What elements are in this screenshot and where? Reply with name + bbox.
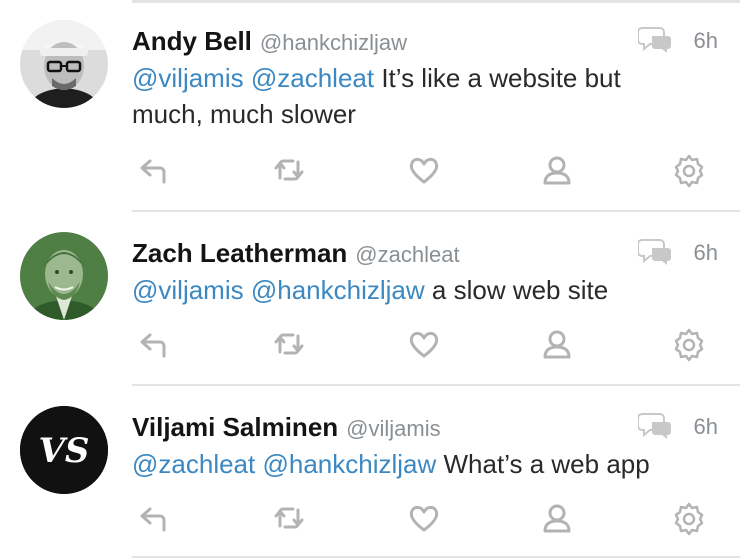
reply-button[interactable] [132, 322, 176, 366]
heart-icon [409, 157, 439, 184]
reply-button[interactable] [132, 148, 176, 192]
gear-icon [674, 328, 704, 362]
tweet-text-body: What’s a web app [436, 449, 650, 479]
avatar[interactable] [20, 232, 108, 320]
tweet-text: @zachleat @hankchizljaw What’s a web app [132, 446, 702, 482]
tweet-text: @viljamis @hankchizljaw a slow web site [132, 272, 702, 308]
author-name[interactable]: Zach Leatherman [132, 238, 347, 268]
settings-button[interactable] [667, 148, 711, 192]
settings-button[interactable] [667, 322, 711, 366]
heart-icon [409, 331, 439, 358]
user-icon [543, 504, 571, 533]
reply-button[interactable] [132, 496, 176, 540]
mention-link[interactable]: @viljamis [132, 63, 244, 93]
reply-icon [140, 159, 166, 184]
profile-button[interactable] [535, 148, 579, 192]
author-handle[interactable]: @zachleat [355, 242, 459, 267]
timestamp[interactable]: 6h [694, 240, 718, 266]
profile-button[interactable] [535, 496, 579, 540]
conversation-icon[interactable] [638, 234, 672, 268]
timestamp[interactable]: 6h [694, 28, 718, 54]
author-handle[interactable]: @hankchizljaw [260, 30, 407, 55]
user-icon [543, 156, 571, 185]
mention-link[interactable]: @hankchizljaw [262, 449, 436, 479]
user-icon [543, 330, 571, 359]
conversation-icon[interactable] [638, 408, 672, 442]
author-name[interactable]: Viljami Salminen [132, 412, 338, 442]
tweet-text-body: a slow web site [424, 275, 609, 305]
tweet-actions [132, 148, 722, 192]
retweet-button[interactable] [267, 496, 311, 540]
settings-button[interactable] [667, 496, 711, 540]
reply-icon [140, 507, 166, 532]
timestamp[interactable]: 6h [694, 414, 718, 440]
retweet-button[interactable] [267, 322, 311, 366]
conversation-icon[interactable] [638, 22, 672, 56]
avatar[interactable] [20, 20, 108, 108]
author-handle[interactable]: @viljamis [346, 416, 440, 441]
tweet-item[interactable]: Zach Leatherman @zachleat 6h @viljamis @h… [0, 212, 740, 386]
viljami-salminen-avatar-image: VS [20, 406, 108, 494]
tweet-text: @viljamis @zachleat It’s like a website … [132, 60, 702, 132]
gear-icon [674, 154, 704, 188]
mention-link[interactable]: @zachleat [251, 63, 374, 93]
retweet-icon [274, 507, 304, 529]
mention-link[interactable]: @viljamis [132, 275, 244, 305]
retweet-icon [274, 159, 304, 181]
author-name[interactable]: Andy Bell [132, 26, 252, 56]
tweet-divider [132, 556, 740, 558]
reply-icon [140, 333, 166, 358]
like-button[interactable] [402, 496, 446, 540]
retweet-icon [274, 333, 304, 355]
tweet-header: Viljami Salminen @viljamis [132, 412, 441, 443]
gear-icon [674, 502, 704, 536]
tweet-actions [132, 322, 722, 366]
tweet-actions [132, 496, 722, 540]
tweet-text-body: It’s like a website but [374, 63, 621, 93]
profile-button[interactable] [535, 322, 579, 366]
tweet-item[interactable]: VS Viljami Salminen @viljamis 6h @zachlea… [0, 386, 740, 560]
retweet-button[interactable] [267, 148, 311, 192]
mention-link[interactable]: @zachleat [132, 449, 255, 479]
tweet-header: Zach Leatherman @zachleat [132, 238, 460, 269]
heart-icon [409, 505, 439, 532]
avatar-monogram: VS [39, 431, 90, 471]
zach-leatherman-avatar-image [20, 232, 108, 320]
tweet-header: Andy Bell @hankchizljaw [132, 26, 407, 57]
like-button[interactable] [402, 148, 446, 192]
like-button[interactable] [402, 322, 446, 366]
mention-link[interactable]: @hankchizljaw [251, 275, 425, 305]
tweet-text-body: much, much slower [132, 99, 356, 129]
tweet-item[interactable]: Andy Bell @hankchizljaw 6h @viljamis @zac… [0, 0, 740, 212]
avatar[interactable]: VS [20, 406, 108, 494]
andy-bell-avatar-image [20, 20, 108, 108]
